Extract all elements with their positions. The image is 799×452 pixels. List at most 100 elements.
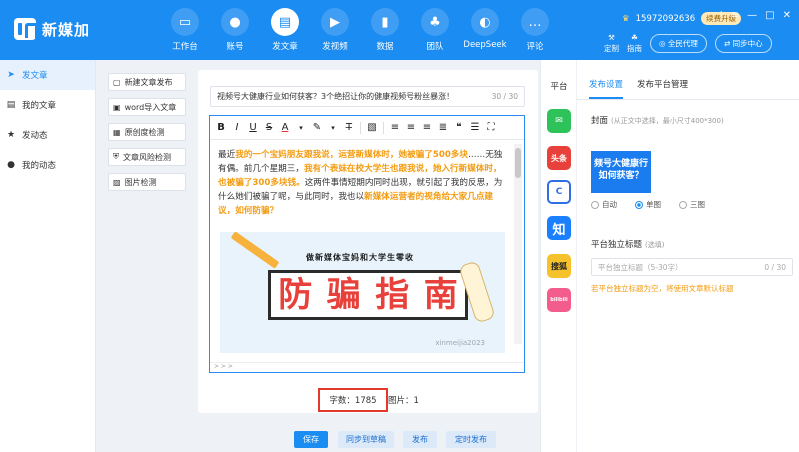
nav-comment[interactable]: … 评论 <box>510 8 560 52</box>
sidebar-item-publish-post[interactable]: ★ 发动态 <box>0 120 95 150</box>
bold-icon[interactable]: B <box>216 122 226 133</box>
header-tools: ⚒ 定制 ☘ 指南 ◎ 全民代理 ⇄ 同步中心 <box>604 32 772 54</box>
article-banner-image[interactable]: 做新媒体宝妈和大学生零收 防 骗 指 南 xinmeijia2023 <box>220 232 505 353</box>
minimize-icon[interactable]: — <box>747 10 757 21</box>
chart-icon: ▮ <box>371 8 399 36</box>
cover-mode-group: 自动 单图 三图 <box>591 199 705 210</box>
content-text: 最近 <box>218 150 236 160</box>
app-logo: 新媒加 <box>14 18 90 40</box>
radio-single[interactable]: 单图 <box>635 199 661 210</box>
underline-icon[interactable]: U <box>248 122 258 133</box>
radio-selected-icon <box>635 200 643 209</box>
insert-image-icon[interactable]: ▧ <box>367 122 377 133</box>
article-title-input[interactable]: 视频号大健康行业如何获客？3个绝招让你的健康视频号粉丝暴涨！ 30 / 30 <box>210 86 525 107</box>
sync-center-button[interactable]: ⇄ 同步中心 <box>714 33 772 53</box>
banner-char: 南 <box>423 275 458 315</box>
sync-icon: ⇄ <box>723 38 733 48</box>
platform-zhihu[interactable]: 知 <box>547 216 571 240</box>
title-char-count: 30 / 30 <box>491 92 518 101</box>
highlight-icon[interactable]: ✎ <box>312 122 322 133</box>
image-check-button[interactable]: ▨ 图片检测 <box>108 173 186 191</box>
nav-workbench[interactable]: ▭ 工作台 <box>160 8 210 52</box>
justify-icon[interactable]: ≣ <box>438 122 448 133</box>
editor-scrollbar[interactable] <box>514 144 522 344</box>
new-article-button[interactable]: ▢ 新建文章发布 <box>108 73 186 91</box>
scrollbar-thumb[interactable] <box>515 148 521 178</box>
radio-triple[interactable]: 三图 <box>679 199 705 210</box>
sidebar-item-my-posts[interactable]: ● 我的动态 <box>0 150 95 180</box>
align-left-icon[interactable]: ≡ <box>390 122 400 133</box>
user-icon: ● <box>221 8 249 36</box>
sidebar-item-publish-article[interactable]: ➤ 发文章 <box>0 60 95 90</box>
banner-subtitle: 做新媒体宝妈和大学生零收 <box>306 253 414 262</box>
left-sidebar: ➤ 发文章 ▤ 我的文章 ★ 发动态 ● 我的动态 <box>0 60 96 452</box>
strikethrough-icon[interactable]: S <box>264 122 274 133</box>
clear-format-icon[interactable]: T̶ <box>344 122 354 133</box>
nav-team[interactable]: ♣ 团队 <box>410 8 460 52</box>
bottom-action-bar: 保存 同步到草稿 发布 定时发布 <box>96 420 540 452</box>
platform-title-placeholder: 平台独立标题（5-30字） <box>598 262 683 272</box>
rich-text-editor[interactable]: B I U S A ▾ ✎ ▾ T̶ ▧ ≡ ≡ ≡ ≣ ❝ ☰ ⛶ 最近我的一… <box>209 115 525 373</box>
sidebar-item-my-articles[interactable]: ▤ 我的文章 <box>0 90 95 120</box>
editor-toolbar: B I U S A ▾ ✎ ▾ T̶ ▧ ≡ ≡ ≡ ≣ ❝ ☰ ⛶ <box>210 116 524 140</box>
nav-deepseek[interactable]: ◐ DeepSeek <box>460 8 510 52</box>
save-button[interactable]: 保存 <box>294 431 328 448</box>
close-icon[interactable]: ✕ <box>783 10 791 21</box>
nav-data[interactable]: ▮ 数据 <box>360 8 410 52</box>
pencil-illustration <box>230 232 280 269</box>
toolbar-divider <box>383 121 384 134</box>
toutiao-icon: 头条 <box>551 153 567 163</box>
platform-wechat[interactable]: ✉ <box>547 109 571 133</box>
highlight-dropdown-icon[interactable]: ▾ <box>328 124 338 132</box>
align-right-icon[interactable]: ≡ <box>422 122 432 133</box>
nav-account[interactable]: ● 账号 <box>210 8 260 52</box>
baijiahao-icon: C <box>555 187 563 197</box>
font-color-icon[interactable]: A <box>280 122 290 133</box>
guide-button[interactable]: ☘ 指南 <box>627 32 642 54</box>
radio-circle-icon <box>591 200 599 209</box>
article-title-text: 视频号大健康行业如何获客？3个绝招让你的健康视频号粉丝暴涨！ <box>217 92 455 101</box>
sohu-icon: 搜狐 <box>551 261 567 271</box>
risk-check-button[interactable]: ⛨ 文章风险检测 <box>108 148 186 166</box>
platform-toutiao[interactable]: 头条 <box>547 146 571 170</box>
platform-column: 平台 ✉ 头条 C 知 搜狐 bilibili <box>540 60 576 452</box>
maximize-icon[interactable]: □ <box>765 10 774 21</box>
publish-button[interactable]: 发布 <box>403 431 437 448</box>
nav-publish-video[interactable]: ▶ 发视频 <box>310 8 360 52</box>
platform-baijiahao[interactable]: C <box>547 180 571 204</box>
more-icon[interactable]: ⁞ <box>720 10 723 21</box>
customize-button[interactable]: ⚒ 定制 <box>604 32 619 54</box>
image-count: 图片：1 <box>388 396 419 406</box>
radio-auto[interactable]: 自动 <box>591 199 617 210</box>
editor-content[interactable]: 最近我的一个宝妈朋友跟我说，运营新媒体时，她被骗了500多块……无独有偶。前几个… <box>218 148 510 218</box>
italic-icon[interactable]: I <box>232 122 242 133</box>
list-indent-icon[interactable]: ☰ <box>470 122 480 133</box>
font-color-dropdown-icon[interactable]: ▾ <box>296 124 306 132</box>
schedule-publish-button[interactable]: 定时发布 <box>446 431 496 448</box>
sync-draft-button[interactable]: 同步到草稿 <box>338 431 394 448</box>
platform-bilibili[interactable]: bilibili <box>547 288 571 312</box>
subtitle-label-text: 平台独立标题 <box>591 240 643 250</box>
word-import-button[interactable]: ▣ word导入文章 <box>108 98 186 116</box>
agent-button[interactable]: ◎ 全民代理 <box>650 33 707 53</box>
nav-publish-article[interactable]: ▤ 发文章 <box>260 8 310 52</box>
window-controls: ⁞ ≡ — □ ✕ <box>720 10 791 21</box>
tab-publish-settings[interactable]: 发布设置 <box>589 72 624 99</box>
list-icon: ▤ <box>6 100 16 110</box>
originality-check-button[interactable]: ▦ 原创度检测 <box>108 123 186 141</box>
tab-platform-management[interactable]: 发布平台管理 <box>637 72 688 99</box>
menu-icon[interactable]: ≡ <box>731 10 739 21</box>
platform-title-input[interactable]: 平台独立标题（5-30字） 0 / 30 <box>591 258 793 276</box>
article-tools-panel: ▢ 新建文章发布 ▣ word导入文章 ▦ 原创度检测 ⛨ 文章风险检测 ▨ 图片检测 <box>96 60 196 452</box>
platform-title-count: 0 / 30 <box>764 262 786 272</box>
fullscreen-icon[interactable]: ⛶ <box>486 122 496 133</box>
radio-circle-icon <box>679 200 687 209</box>
cover-image[interactable]: 频号大健康行 如何获客？ <box>591 151 651 193</box>
quote-icon[interactable]: ❝ <box>454 122 464 133</box>
platform-title-hint: 若平台独立标题为空，将使用文章默认标题 <box>591 284 734 293</box>
account-phone[interactable]: 15972092636 <box>636 14 696 24</box>
bilibili-icon: bilibili <box>550 297 568 303</box>
align-center-icon[interactable]: ≡ <box>406 122 416 133</box>
platform-sohu[interactable]: 搜狐 <box>547 254 571 278</box>
original-check-icon: ▦ <box>113 127 121 137</box>
